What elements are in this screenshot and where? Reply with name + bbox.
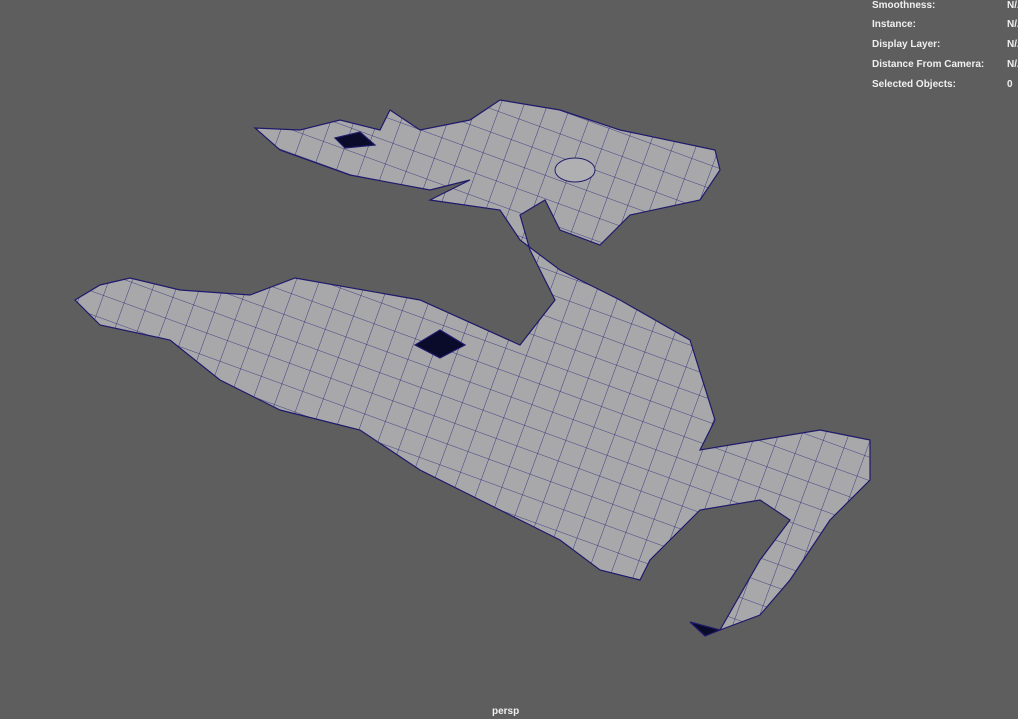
hud-value: 0	[1007, 79, 1013, 90]
deer-body	[74, 99, 871, 632]
hud-label: Display Layer:	[872, 39, 941, 50]
camera-name-label: persp	[492, 706, 520, 717]
hud-label: Distance From Camera:	[872, 59, 985, 70]
hud-label: Instance:	[872, 19, 916, 30]
hud-label: Selected Objects:	[872, 79, 956, 90]
3d-viewport[interactable]	[0, 0, 1018, 714]
hud-label: Smoothness:	[872, 0, 936, 11]
hud-value: N/A	[1007, 19, 1018, 30]
hud-value: N/A	[1007, 0, 1018, 11]
hud-value: N/A	[1007, 59, 1018, 70]
deer-mesh-model[interactable]	[0, 0, 1018, 714]
deer-eye-icon	[554, 157, 596, 183]
mesh-hole	[689, 621, 722, 637]
hud-value: N/A	[1007, 39, 1018, 50]
